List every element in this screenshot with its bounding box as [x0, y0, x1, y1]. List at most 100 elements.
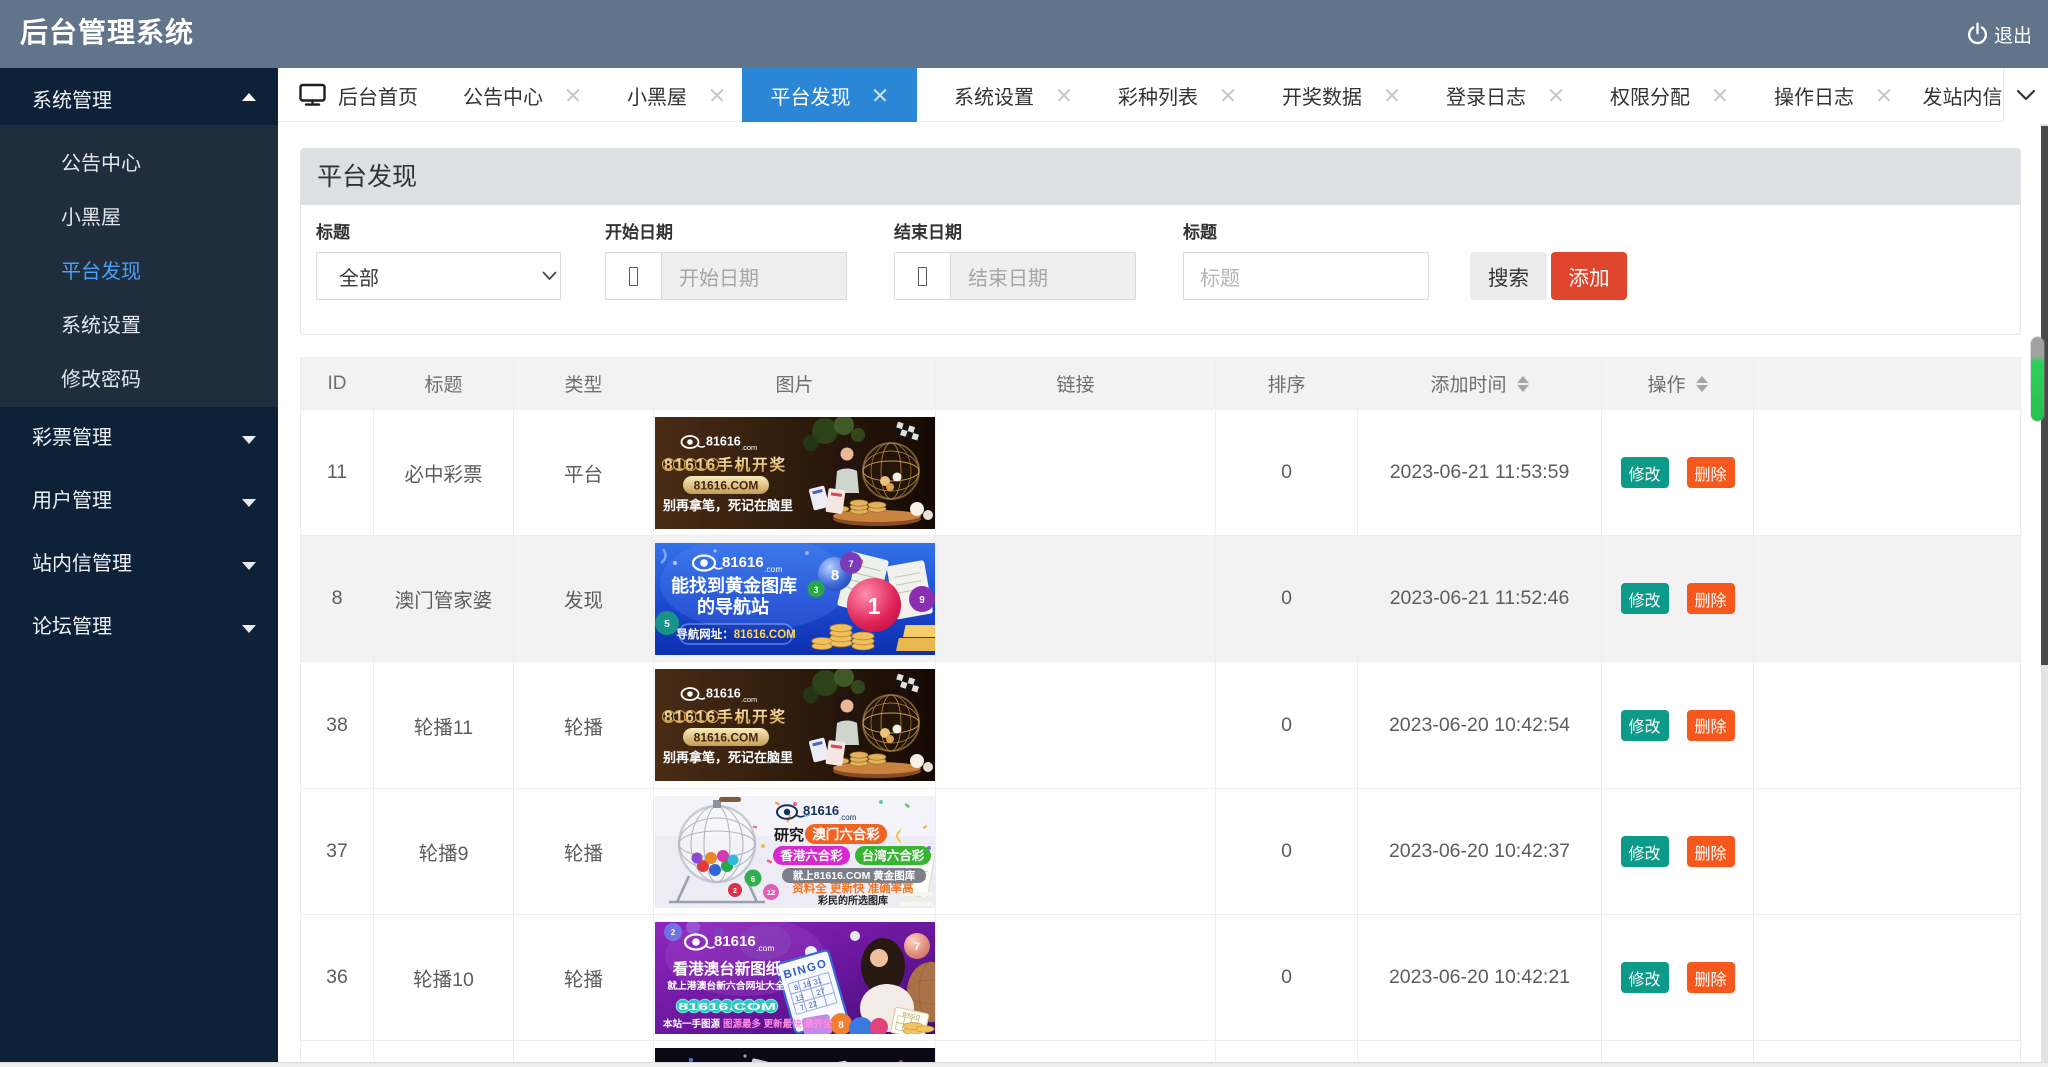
column-header-link[interactable]: 链接 — [936, 358, 1216, 410]
tab-platform-discover[interactable]: 平台发现 — [742, 68, 917, 122]
logout-button[interactable]: 退出 — [1964, 0, 2032, 68]
tab-label: 登录日志 — [1446, 81, 1526, 110]
tab-overflow-button[interactable] — [2003, 68, 2048, 122]
tab-lottery-list[interactable]: 彩种列表 — [1095, 68, 1259, 122]
column-header-image[interactable]: 图片 — [654, 358, 936, 410]
delete-button[interactable]: 删除 — [1687, 457, 1735, 488]
close-icon[interactable] — [873, 88, 888, 103]
cell-sort: 0 — [1216, 915, 1358, 1041]
edit-button[interactable]: 修改 — [1621, 583, 1669, 614]
title-input[interactable]: 标题 — [1183, 252, 1429, 300]
horizontal-scrollbar[interactable] — [0, 1062, 2048, 1067]
edit-button[interactable]: 修改 — [1621, 457, 1669, 488]
close-icon[interactable] — [565, 88, 580, 103]
column-header-id[interactable]: ID — [301, 358, 374, 410]
close-icon[interactable] — [1548, 88, 1563, 103]
edit-button[interactable]: 修改 — [1621, 962, 1669, 993]
cell-link — [936, 536, 1216, 662]
sidebar-group-system[interactable]: 系统管理 — [0, 68, 278, 125]
sidebar-group-messages[interactable]: 站内信管理 — [0, 533, 278, 596]
close-icon[interactable] — [1056, 88, 1071, 103]
tab-blackroom[interactable]: 小黑屋 — [604, 68, 748, 122]
tab-draw-data[interactable]: 开奖数据 — [1259, 68, 1423, 122]
banner-image-brown[interactable] — [655, 417, 935, 529]
cell-addtime: 2023-06-20 10:42:37 — [1358, 789, 1602, 915]
table-row: 11 必中彩票 平台 0 2023-06-21 11:53:59 修改 删除 — [301, 410, 2021, 536]
sidebar-item-change-password[interactable]: 修改密码 — [0, 353, 278, 407]
type-select[interactable]: 全部 — [316, 252, 561, 300]
date-placeholder: 结束日期 — [951, 253, 1135, 299]
cell-actions: 修改 删除 — [1602, 915, 1754, 1041]
delete-button[interactable]: 删除 — [1687, 836, 1735, 867]
cell-image — [654, 915, 936, 1041]
table-row: 37 轮播9 轮播 0 2023-06-20 10:42:37 修改 删除 — [301, 789, 2021, 915]
banner-image-dark[interactable] — [655, 1048, 935, 1063]
table-header-row: ID 标题 类型 图片 链接 排序 添加时间 操作 — [301, 358, 2021, 410]
table-row: 8 澳门管家婆 发现 0 2023-06-21 11:52:46 修改 删除 — [301, 536, 2021, 662]
sidebar-group-label: 论坛管理 — [32, 616, 112, 638]
sidebar-group-lottery[interactable]: 彩票管理 — [0, 407, 278, 470]
sort-icon[interactable] — [1517, 376, 1529, 392]
cell-title: 轮播11 — [374, 662, 514, 789]
banner-image-brown[interactable] — [655, 669, 935, 781]
add-button[interactable]: 添加 — [1551, 252, 1627, 300]
cell-id — [301, 1041, 374, 1062]
scrollbar-green-thumb[interactable] — [2031, 337, 2044, 421]
cell-type: 轮播 — [514, 915, 654, 1041]
delete-button[interactable]: 删除 — [1687, 710, 1735, 741]
banner-image-blue[interactable] — [655, 543, 935, 655]
triangle-down-icon — [242, 562, 256, 570]
search-button[interactable]: 搜索 — [1470, 252, 1547, 300]
triangle-down-icon — [242, 436, 256, 444]
cell-link — [936, 915, 1216, 1041]
close-icon[interactable] — [1384, 88, 1399, 103]
delete-button[interactable]: 删除 — [1687, 962, 1735, 993]
column-header-addtime[interactable]: 添加时间 — [1358, 358, 1602, 410]
panel-title: 平台发现 — [301, 149, 2020, 205]
end-date-input[interactable]: 结束日期 — [894, 252, 1136, 300]
tab-login-log[interactable]: 登录日志 — [1423, 68, 1587, 122]
sidebar-item-system-settings[interactable]: 系统设置 — [0, 299, 278, 353]
column-header-title[interactable]: 标题 — [374, 358, 514, 410]
close-icon[interactable] — [1712, 88, 1727, 103]
banner-image-light[interactable] — [655, 796, 935, 908]
tab-send-message[interactable]: 发站内信 — [1915, 68, 2015, 122]
filter-label-title: 标题 — [1183, 218, 1217, 243]
sidebar-group-users[interactable]: 用户管理 — [0, 470, 278, 533]
close-icon[interactable] — [709, 88, 724, 103]
calendar-icon — [606, 253, 662, 299]
cell-type: 发现 — [514, 536, 654, 662]
table-row-partial — [301, 1041, 2021, 1062]
start-date-input[interactable]: 开始日期 — [605, 252, 847, 300]
cell-id: 36 — [301, 915, 374, 1041]
cell-filler — [1754, 662, 2021, 789]
sidebar-nav: 系统管理 公告中心 小黑屋 平台发现 系统设置 修改密码 彩票管理 用户管理 站… — [0, 68, 278, 1062]
sidebar-item-platform-discover[interactable]: 平台发现 — [0, 245, 278, 299]
column-header-actions[interactable]: 操作 — [1602, 358, 1754, 410]
banner-image-purple[interactable] — [655, 922, 935, 1034]
tab-home[interactable]: 后台首页 — [278, 68, 440, 122]
close-icon[interactable] — [1876, 88, 1891, 103]
tab-announcement[interactable]: 公告中心 — [440, 68, 604, 122]
sidebar-item-blackroom[interactable]: 小黑屋 — [0, 191, 278, 245]
edit-button[interactable]: 修改 — [1621, 836, 1669, 867]
cell-image — [654, 536, 936, 662]
column-header-sort[interactable]: 排序 — [1216, 358, 1358, 410]
tab-operation-log[interactable]: 操作日志 — [1751, 68, 1915, 122]
cell-filler — [1754, 1041, 2021, 1062]
close-icon[interactable] — [1220, 88, 1235, 103]
tab-system-settings[interactable]: 系统设置 — [931, 68, 1095, 122]
column-header-filler — [1754, 358, 2021, 410]
column-header-type[interactable]: 类型 — [514, 358, 654, 410]
filter-label-start-date: 开始日期 — [605, 218, 673, 243]
cell-filler — [1754, 536, 2021, 662]
tab-permissions[interactable]: 权限分配 — [1587, 68, 1751, 122]
edit-button[interactable]: 修改 — [1621, 710, 1669, 741]
triangle-down-icon — [242, 625, 256, 633]
sidebar-group-forum[interactable]: 论坛管理 — [0, 596, 278, 659]
cell-type: 轮播 — [514, 662, 654, 789]
cell-type — [514, 1041, 654, 1062]
sidebar-item-announcement[interactable]: 公告中心 — [0, 137, 278, 191]
sort-icon[interactable] — [1696, 376, 1708, 392]
delete-button[interactable]: 删除 — [1687, 583, 1735, 614]
